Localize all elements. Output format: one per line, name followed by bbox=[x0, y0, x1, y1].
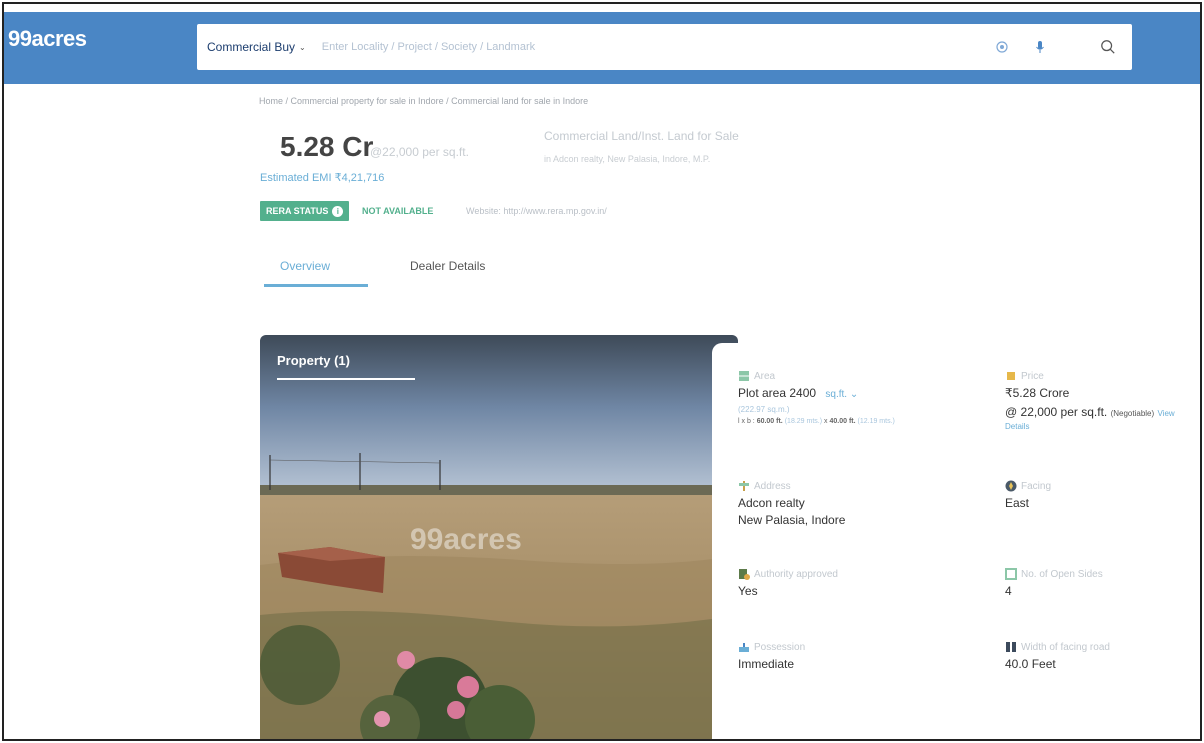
photo-label-underline bbox=[277, 378, 415, 380]
header: 99acres Commercial Buy ⌄ bbox=[4, 4, 1200, 90]
view-link[interactable]: View bbox=[1158, 409, 1175, 418]
open-sides-field: No. of Open Sides 4 bbox=[1005, 567, 1103, 600]
property-details-card: Area Plot area 2400 sq.ft. ⌄ (222.97 sq.… bbox=[712, 343, 1200, 739]
chevron-down-icon: ⌄ bbox=[299, 42, 306, 52]
breadcrumb[interactable]: Home / Commercial property for sale in I… bbox=[259, 96, 588, 106]
search-type-label: Commercial Buy bbox=[207, 40, 296, 54]
property-title: Commercial Land/Inst. Land for Sale bbox=[544, 129, 739, 143]
details-link[interactable]: Details bbox=[1005, 422, 1175, 431]
rera-badge-label: RERA STATUS bbox=[266, 206, 329, 216]
price-tag-icon bbox=[1005, 370, 1017, 382]
facing-label: Facing bbox=[1021, 480, 1052, 492]
price-per-sqft: @22,000 per sq.ft. bbox=[370, 145, 469, 159]
browser-frame: 99acres Commercial Buy ⌄ Home / Commerci… bbox=[2, 2, 1202, 741]
microphone-icon[interactable] bbox=[1032, 39, 1048, 55]
area-icon bbox=[738, 370, 750, 382]
area-unit-dropdown[interactable]: sq.ft. ⌄ bbox=[825, 389, 858, 400]
possession-label: Possession bbox=[754, 641, 806, 653]
rera-website[interactable]: Website: http://www.rera.mp.gov.in/ bbox=[466, 206, 607, 216]
authority-value: Yes bbox=[738, 584, 758, 598]
tab-dealer-details[interactable]: Dealer Details bbox=[410, 259, 485, 273]
road-width-field: Width of facing road 40.0 Feet bbox=[1005, 640, 1110, 673]
address-field: Address Adcon realty New Palasia, Indore bbox=[738, 479, 845, 529]
area-value: Plot area 2400 bbox=[738, 386, 817, 400]
road-width-label: Width of facing road bbox=[1021, 641, 1110, 653]
price-headline: 5.28 Cr bbox=[280, 131, 374, 162]
price-label: Price bbox=[1021, 370, 1044, 382]
compass-icon bbox=[1005, 480, 1017, 492]
open-sides-value: 4 bbox=[1005, 584, 1012, 598]
price-per-sqft-detail: @ 22,000 per sq.ft. bbox=[1005, 405, 1108, 419]
negotiable-label: (Negotiable) bbox=[1110, 409, 1155, 418]
rera-status-badge[interactable]: RERA STATUS i bbox=[260, 201, 350, 221]
property-photo[interactable]: Property (1) 99acres bbox=[260, 335, 738, 739]
rera-status-value: NOT AVAILABLE bbox=[362, 206, 434, 216]
active-tab-indicator bbox=[264, 284, 368, 287]
tab-bar: Overview Dealer Details bbox=[262, 254, 662, 290]
road-icon bbox=[1005, 641, 1017, 653]
plot-dimensions: l x b : 60.00 ft. (18.29 mts.) x 40.00 f… bbox=[738, 418, 895, 425]
possession-field: Possession Immediate bbox=[738, 640, 805, 673]
emi-link[interactable]: Estimated EMI ₹4,21,716 bbox=[260, 171, 384, 184]
price-value: ₹5.28 Crore bbox=[1005, 386, 1070, 400]
search-type-dropdown[interactable]: Commercial Buy ⌄ bbox=[197, 40, 306, 54]
site-logo[interactable]: 99acres bbox=[8, 26, 87, 52]
search-input[interactable] bbox=[321, 41, 994, 53]
authority-label: Authority approved bbox=[754, 568, 838, 580]
property-location: in Adcon realty, New Palasia, Indore, M.… bbox=[544, 154, 711, 164]
address-line-2: New Palasia, Indore bbox=[738, 513, 846, 527]
price-field: Price ₹5.28 Crore @ 22,000 per sq.ft. (N… bbox=[1005, 369, 1175, 432]
document-check-icon bbox=[738, 568, 750, 580]
address-label: Address bbox=[754, 480, 791, 492]
area-converted: (222.97 sq.m.) bbox=[738, 405, 790, 414]
possession-icon bbox=[738, 641, 750, 653]
search-bar: Commercial Buy ⌄ bbox=[197, 24, 1132, 70]
info-icon[interactable]: i bbox=[332, 205, 344, 217]
watermark: 99acres bbox=[410, 523, 522, 556]
open-sides-label: No. of Open Sides bbox=[1021, 568, 1103, 580]
photo-count-label: Property (1) bbox=[277, 353, 350, 368]
facing-value: East bbox=[1005, 496, 1030, 510]
search-icon[interactable] bbox=[1100, 39, 1116, 55]
road-width-value: 40.0 Feet bbox=[1005, 657, 1056, 671]
open-sides-icon bbox=[1005, 568, 1017, 580]
tab-overview[interactable]: Overview bbox=[280, 259, 330, 273]
area-field: Area Plot area 2400 sq.ft. ⌄ (222.97 sq.… bbox=[738, 369, 895, 426]
facing-field: Facing East bbox=[1005, 479, 1051, 512]
authority-field: Authority approved Yes bbox=[738, 567, 838, 600]
possession-value: Immediate bbox=[738, 657, 795, 671]
area-label: Area bbox=[754, 370, 776, 382]
address-line-1: Adcon realty bbox=[738, 496, 805, 510]
signpost-icon bbox=[738, 480, 750, 492]
location-icon[interactable] bbox=[994, 39, 1010, 55]
